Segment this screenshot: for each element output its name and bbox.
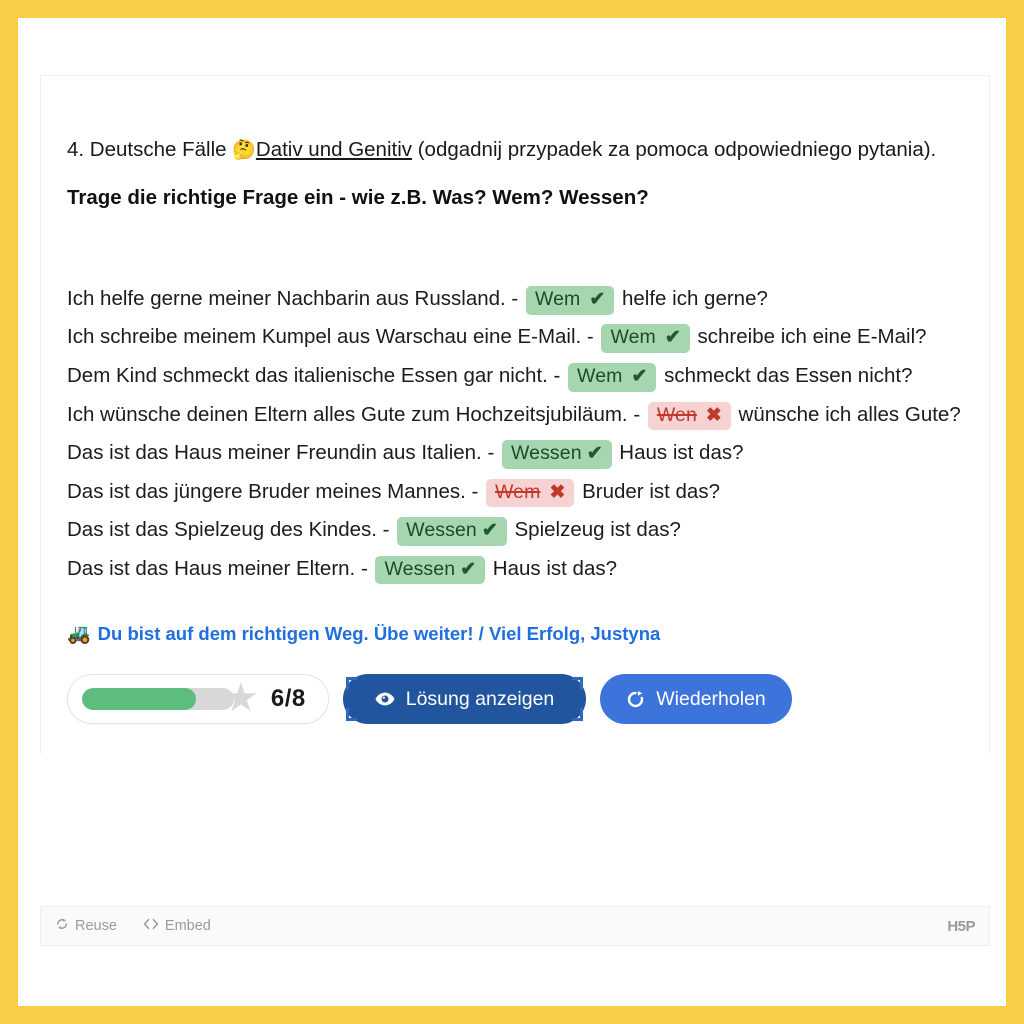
answer-chip-correct[interactable]: Wessen ✔ [375, 555, 486, 585]
cross-icon: ✖ [705, 404, 722, 426]
score-text: 6/8 [270, 685, 306, 713]
sentence-text-after: Haus ist das? [487, 556, 618, 580]
retry-label: Wiederholen [656, 687, 766, 710]
sentence-row: Das ist das Spielzeug des Kindes. - Wess… [67, 511, 963, 550]
check-icon: ✔ [589, 288, 606, 310]
sentence-row: Ich schreibe meinem Kumpel aus Warschau … [67, 318, 963, 357]
answer-chip-correct[interactable]: Wessen ✔ [501, 440, 612, 469]
sentence-row: Das ist das Haus meiner Freundin aus Ita… [67, 434, 963, 473]
h5p-activity-card: 4. Deutsche Fälle 🤔Dativ und Genitiv (od… [40, 75, 990, 755]
sentence-row: Das ist das jüngere Bruder meines Mannes… [67, 473, 963, 512]
task-instruction: Trage die richtige Frage ein - wie z.B. … [67, 186, 649, 210]
sentence-text-after: wünsche ich alles Gute? [732, 402, 961, 426]
sentence-text-before: Das ist das Haus meiner Eltern. - [67, 556, 374, 580]
reuse-label: Reuse [75, 918, 117, 934]
sentence-row: Das ist das Haus meiner Eltern. - Wessen… [67, 550, 963, 589]
eye-icon [375, 692, 395, 706]
sentence-text-before: Das ist das jüngere Bruder meines Mannes… [67, 479, 485, 503]
answer-text: Wem [577, 364, 623, 387]
task-title-underlined: Dativ und Genitiv [255, 138, 413, 161]
sentence-row: Ich wünsche deinen Eltern alles Gute zum… [67, 396, 963, 435]
sentence-text-before: Ich wünsche deinen Eltern alles Gute zum… [67, 402, 646, 426]
show-solution-button[interactable]: Lösung anzeigen [342, 674, 587, 725]
show-solution-label: Lösung anzeigen [405, 687, 555, 710]
feedback-text: Du bist auf dem richtigen Weg. Übe weite… [97, 623, 661, 645]
check-icon: ✔ [460, 558, 477, 580]
reuse-button[interactable]: Reuse [55, 917, 117, 935]
refresh-icon [626, 690, 645, 709]
sentence-text-after: Haus ist das? [613, 441, 744, 465]
task-title-prefix: 4. Deutsche Fälle [67, 138, 233, 161]
score-bar: ★ 6/8 [67, 674, 329, 725]
progress-bar [82, 688, 234, 711]
sentence-text-before: Das ist das Haus meiner Freundin aus Ita… [67, 441, 500, 465]
focus-corner-bottom-right [572, 708, 584, 722]
h5p-logo: H5P [947, 917, 975, 935]
tractor-icon: 🚜 [67, 624, 91, 646]
sentence-row: Ich helfe gerne meiner Nachbarin aus Rus… [67, 280, 963, 319]
answer-chip-correct[interactable]: Wem ✔ [525, 285, 615, 315]
check-icon: ✔ [664, 327, 681, 349]
progress-bar-fill [82, 688, 196, 711]
sentence-text-before: Ich schreibe meinem Kumpel aus Warschau … [67, 325, 600, 349]
activity-content: 4. Deutsche Fälle 🤔Dativ und Genitiv (od… [41, 76, 989, 754]
sentence-text-after: schmeckt das Essen nicht? [658, 363, 913, 387]
sentence-text-after: Spielzeug ist das? [508, 518, 681, 542]
embed-label: Embed [164, 918, 211, 934]
answer-chip-correct[interactable]: Wem ✔ [601, 324, 690, 354]
feedback-message: 🚜 Du bist auf dem richtigen Weg. Übe wei… [67, 622, 963, 646]
answer-text: Wessen [510, 442, 582, 465]
check-icon: ✔ [481, 520, 498, 542]
focus-corner-bottom-left [345, 708, 357, 722]
focus-corner-top-left [345, 677, 357, 691]
cross-icon: ✖ [549, 481, 566, 503]
page-background: 4. Deutsche Fälle 🤔Dativ und Genitiv (od… [18, 18, 1006, 1006]
sentence-text-before: Das ist das Spielzeug des Kindes. - [67, 518, 396, 542]
answer-text: Wem [610, 326, 656, 349]
sentence-list: Ich helfe gerne meiner Nachbarin aus Rus… [67, 280, 963, 588]
answer-chip-wrong[interactable]: Wen ✖ [647, 401, 731, 431]
answer-text: Wen [656, 403, 697, 426]
sentence-text-before: Dem Kind schmeckt das italienische Essen… [67, 363, 567, 387]
code-brackets-icon [143, 918, 159, 934]
focus-corner-top-right [572, 677, 584, 691]
check-icon: ✔ [631, 365, 648, 387]
retry-button[interactable]: Wiederholen [600, 674, 792, 725]
sentence-text-after: schreibe ich eine E-Mail? [691, 325, 927, 349]
answer-chip-correct[interactable]: Wem ✔ [568, 362, 657, 392]
check-icon: ✔ [586, 443, 603, 465]
activity-footer: Reuse Embed H5P [40, 906, 990, 946]
thinking-face-icon: 🤔 [232, 140, 256, 161]
answer-text: Wem [495, 480, 541, 503]
task-title-suffix: (odgadnij przypadek za pomoca odpowiedni… [412, 138, 937, 161]
reuse-icon [55, 917, 69, 935]
answer-chip-correct[interactable]: Wessen ✔ [397, 517, 507, 546]
sentence-row: Dem Kind schmeckt das italienische Essen… [67, 357, 963, 396]
embed-button[interactable]: Embed [143, 918, 211, 934]
sentence-text-after: Bruder ist das? [576, 479, 720, 503]
answer-text: Wessen [384, 557, 456, 580]
answer-text: Wessen [406, 519, 477, 542]
sentence-text-before: Ich helfe gerne meiner Nachbarin aus Rus… [67, 286, 524, 310]
answer-chip-wrong[interactable]: Wem ✖ [486, 478, 575, 508]
action-bar: ★ 6/8 Lösung anzeigen Wiederholen [67, 674, 963, 740]
page-title: 4. Deutsche Fälle 🤔Dativ und Genitiv (od… [67, 136, 963, 163]
sentence-text-after: helfe ich gerne? [616, 286, 768, 310]
answer-text: Wem [534, 287, 581, 310]
